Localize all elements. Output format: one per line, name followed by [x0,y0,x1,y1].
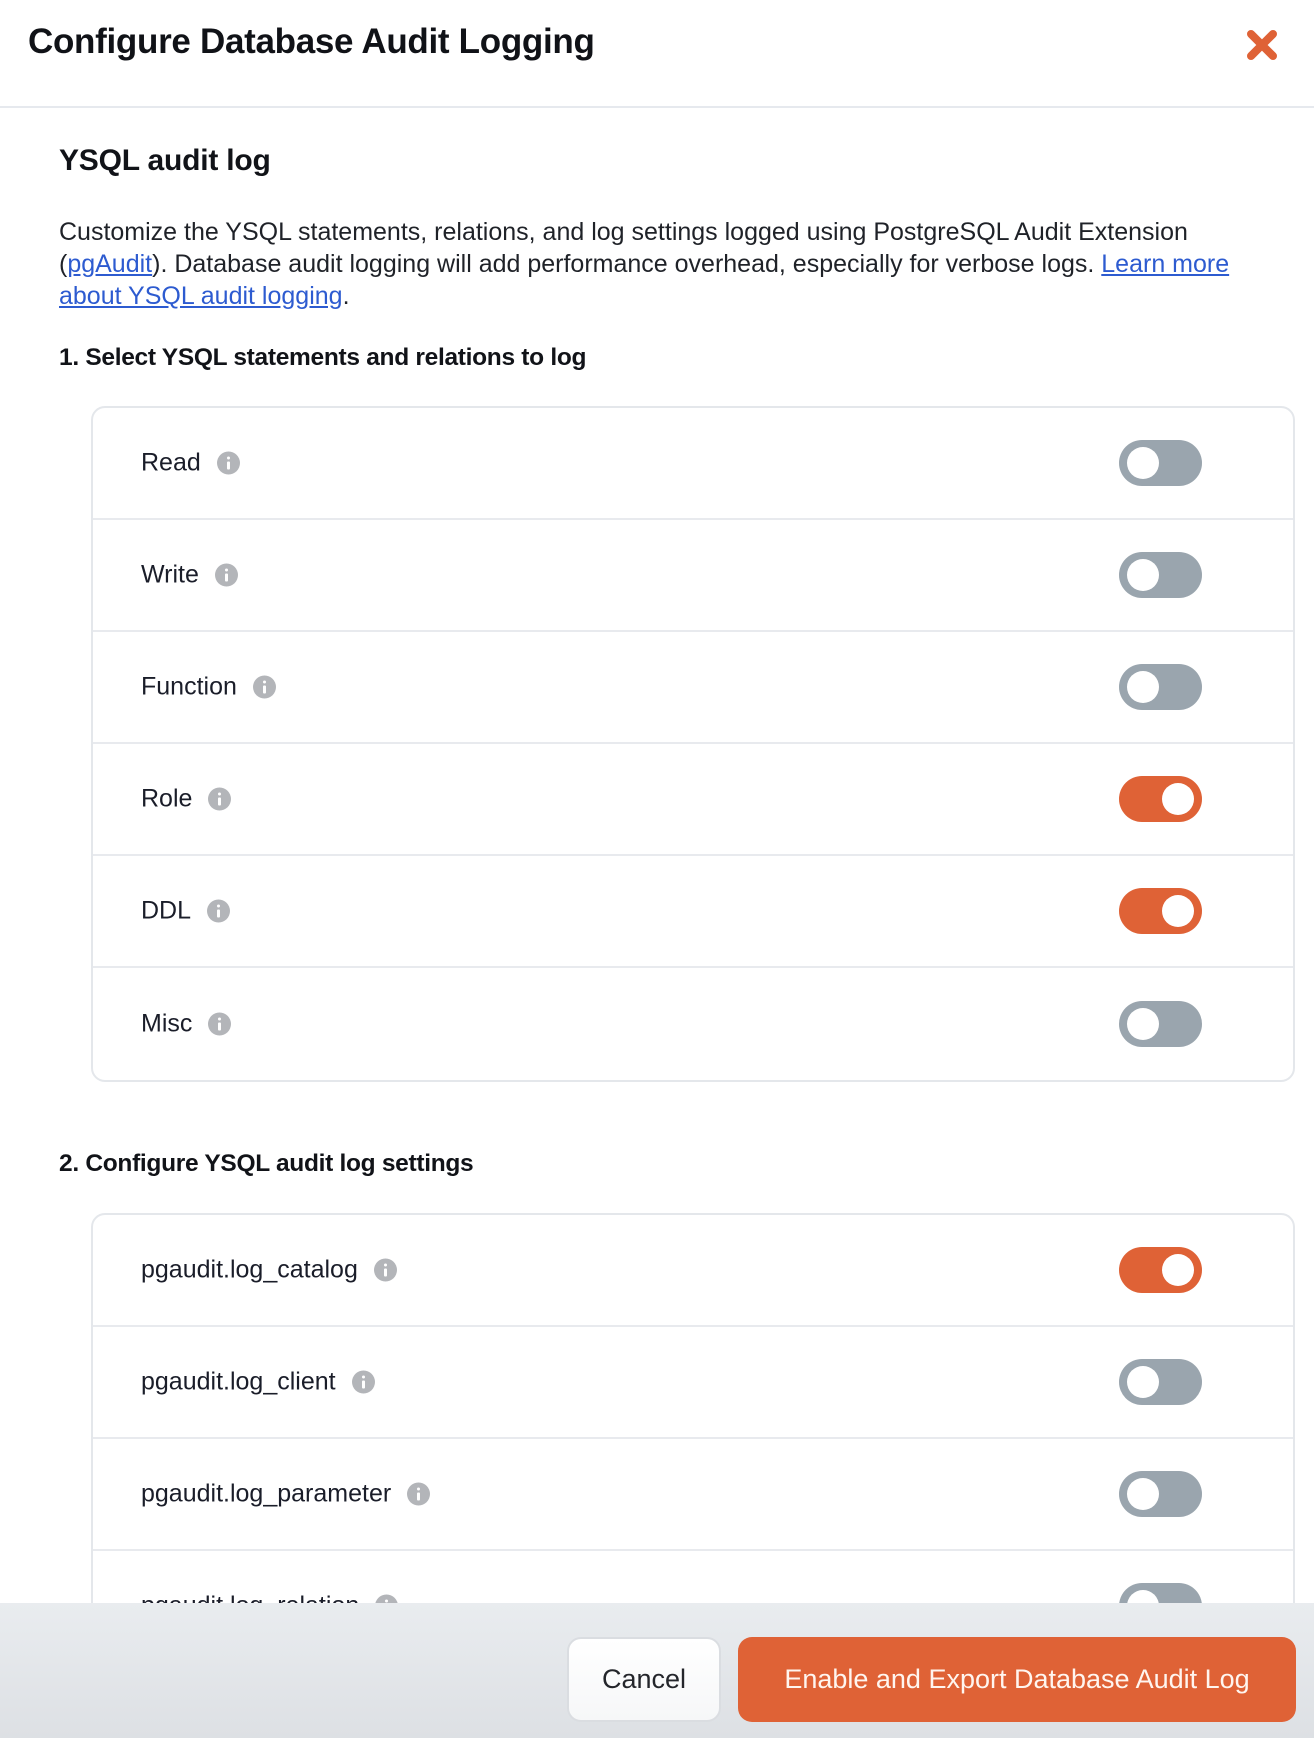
step2-heading: 2. Configure YSQL audit log settings [59,1150,474,1177]
info-icon[interactable] [208,787,232,811]
info-icon[interactable] [407,1482,431,1506]
option-label-group: Misc [141,1009,232,1039]
option-label-group: pgaudit.log_client [141,1368,375,1397]
option-label: DDL [141,896,192,925]
option-label-group: Role [141,784,232,814]
section-title: YSQL audit log [59,144,271,177]
option-label-group: Write [141,561,238,590]
modal-body[interactable]: YSQL audit log Customize the YSQL statem… [0,108,1314,1603]
option-label: Misc [141,1009,193,1038]
option-row-log-parameter: pgaudit.log_parameter [93,1439,1293,1551]
enable-export-button[interactable]: Enable and Export Database Audit Log [738,1637,1296,1722]
close-x-icon [1247,30,1277,60]
toggle-read[interactable] [1119,440,1202,486]
toggle-knob [1162,895,1194,927]
option-label-group: pgaudit.log_relation [141,1592,399,1604]
option-row-log-relation: pgaudit.log_relation [93,1551,1293,1603]
toggle-function[interactable] [1119,664,1202,710]
pgaudit-link[interactable]: pgAudit [67,250,152,278]
option-label-group: DDL [141,896,231,926]
description-text: . [342,282,350,310]
close-button[interactable] [1240,24,1284,66]
toggle-knob [1127,1590,1159,1603]
modal-header: Configure Database Audit Logging [0,0,1314,108]
info-icon[interactable] [216,451,240,475]
option-row-role: Role [93,744,1293,856]
option-label: pgaudit.log_catalog [141,1255,358,1284]
info-icon[interactable] [214,563,238,587]
option-label: Function [141,672,237,701]
option-row-log-catalog: pgaudit.log_catalog [93,1215,1293,1327]
toggle-role[interactable] [1119,776,1202,822]
toggle-ddl[interactable] [1119,888,1202,934]
audit-logging-modal: Configure Database Audit Logging YSQL au… [0,0,1314,1738]
option-label: pgaudit.log_client [141,1367,336,1396]
info-icon[interactable] [373,1258,397,1282]
toggle-log-catalog[interactable] [1119,1247,1202,1293]
description: Customize the YSQL statements, relations… [59,216,1279,312]
toggle-misc[interactable] [1119,1001,1202,1047]
option-row-misc: Misc [93,968,1293,1080]
description-text: ). Database audit logging will add perfo… [152,250,1102,278]
option-label-group: pgaudit.log_parameter [141,1479,431,1509]
option-label: pgaudit.log_parameter [141,1479,392,1508]
toggle-knob [1127,447,1159,479]
toggle-knob [1127,1478,1159,1510]
cancel-button[interactable]: Cancel [567,1637,721,1722]
info-icon[interactable] [375,1594,399,1603]
option-label: Role [141,784,193,813]
option-row-function: Function [93,632,1293,744]
option-label: Write [141,560,199,589]
info-icon[interactable] [208,1012,232,1036]
option-label: Read [141,448,201,477]
toggle-write[interactable] [1119,552,1202,598]
statements-card: Read Write Function Role DDL Misc [91,406,1295,1082]
option-label-group: Read [141,449,240,478]
toggle-log-client[interactable] [1119,1359,1202,1405]
option-label: pgaudit.log_relation [141,1592,359,1604]
option-row-log-client: pgaudit.log_client [93,1327,1293,1439]
modal-footer: Cancel Enable and Export Database Audit … [0,1603,1314,1738]
option-row-ddl: DDL [93,856,1293,968]
toggle-knob [1127,1008,1159,1040]
toggle-knob [1162,1254,1194,1286]
toggle-log-parameter[interactable] [1119,1471,1202,1517]
toggle-knob [1127,559,1159,591]
info-icon[interactable] [351,1370,375,1394]
modal-title: Configure Database Audit Logging [28,22,595,61]
option-label-group: Function [141,673,276,702]
option-label-group: pgaudit.log_catalog [141,1256,397,1285]
toggle-knob [1127,1366,1159,1398]
toggle-knob [1127,671,1159,703]
info-icon[interactable] [252,675,276,699]
toggle-log-relation[interactable] [1119,1583,1202,1603]
step1-heading: 1. Select YSQL statements and relations … [59,344,587,371]
info-icon[interactable] [207,899,231,923]
toggle-knob [1162,783,1194,815]
settings-card: pgaudit.log_catalog pgaudit.log_client p… [91,1213,1295,1603]
option-row-write: Write [93,520,1293,632]
option-row-read: Read [93,408,1293,520]
